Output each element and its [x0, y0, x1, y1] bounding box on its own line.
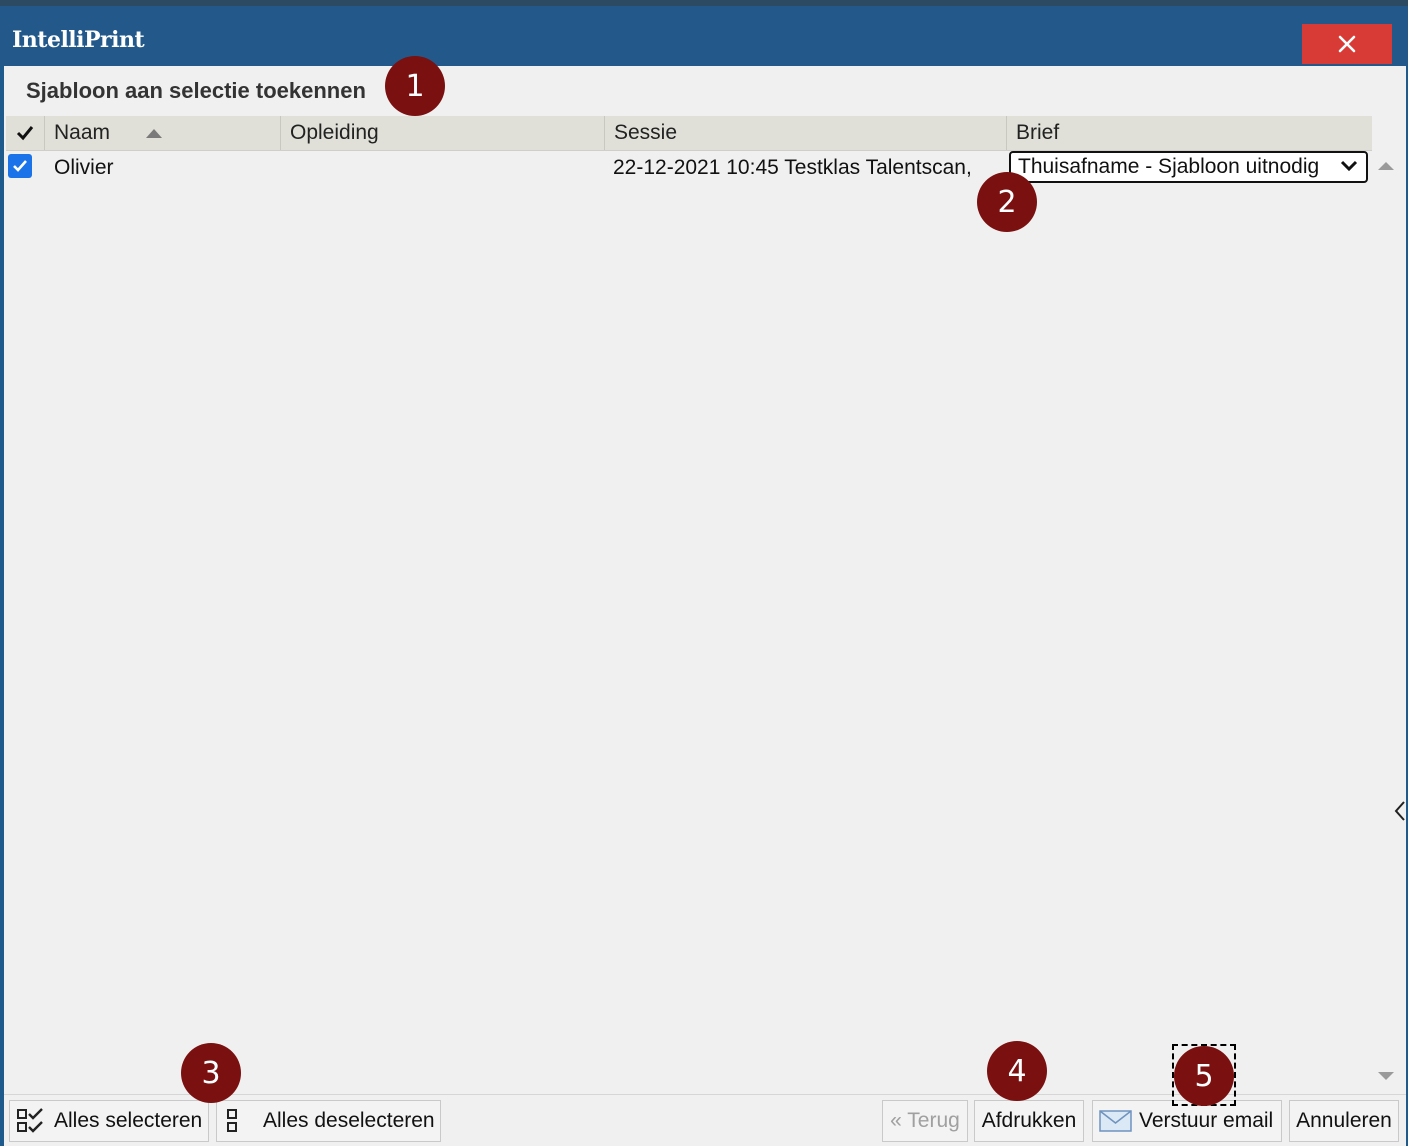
- cell-naam: Olivier: [54, 156, 114, 179]
- column-header-brief[interactable]: Brief: [1007, 116, 1372, 150]
- annotation-marker-1: 1: [385, 56, 445, 116]
- close-icon: [1338, 35, 1356, 53]
- scroll-up-arrow[interactable]: [1378, 162, 1394, 170]
- header-check-column[interactable]: [6, 116, 45, 150]
- cancel-button[interactable]: Annuleren: [1289, 1100, 1399, 1142]
- select-all-button[interactable]: Alles selecteren: [9, 1100, 209, 1142]
- deselect-all-icon: [227, 1109, 237, 1132]
- annotation-marker-3: 3: [181, 1043, 241, 1103]
- cancel-label: Annuleren: [1296, 1109, 1392, 1132]
- row-checkbox[interactable]: [8, 154, 32, 178]
- column-label: Naam: [54, 121, 111, 144]
- checkmark-icon: [16, 126, 34, 141]
- deselect-all-label: Alles deselecteren: [263, 1109, 435, 1132]
- dialog-body: [4, 66, 1406, 1146]
- column-label: Opleiding: [290, 121, 379, 144]
- select-value: Thuisafname - Sjabloon uitnodig: [1018, 155, 1320, 178]
- print-button[interactable]: Afdrukken: [974, 1100, 1084, 1142]
- annotation-marker-5: 5: [1174, 1046, 1234, 1106]
- cell-sessie: 22-12-2021 10:45 Testklas Talentscan,: [613, 156, 972, 179]
- chevron-down-icon: [1340, 160, 1358, 172]
- column-label: Brief: [1016, 121, 1060, 144]
- checkmark-icon: [13, 160, 27, 172]
- print-label: Afdrukken: [981, 1109, 1077, 1132]
- deselect-all-button[interactable]: Alles deselecteren: [216, 1100, 441, 1142]
- scroll-down-arrow[interactable]: [1378, 1072, 1394, 1080]
- resize-handle-icon[interactable]: [1394, 800, 1408, 822]
- panel-caption: Sjabloon aan selectie toekennen: [26, 78, 366, 103]
- annotation-marker-2: 2: [977, 172, 1037, 232]
- close-button[interactable]: [1302, 24, 1392, 64]
- grid-header: Naam Opleiding Sessie Brief: [6, 116, 1372, 151]
- send-email-button[interactable]: Verstuur email: [1092, 1100, 1282, 1142]
- column-header-naam[interactable]: Naam: [45, 116, 281, 150]
- column-label: Sessie: [614, 121, 678, 144]
- select-all-label: Alles selecteren: [54, 1109, 203, 1132]
- envelope-icon: [1099, 1110, 1132, 1132]
- sort-ascending-icon: [146, 129, 162, 138]
- window-title: IntelliPrint: [12, 27, 145, 53]
- title-bar: IntelliPrint: [0, 6, 1408, 66]
- brief-template-select[interactable]: Thuisafname - Sjabloon uitnodig: [1009, 151, 1368, 183]
- back-label: « Terug: [890, 1109, 960, 1132]
- column-header-opleiding[interactable]: Opleiding: [281, 116, 605, 150]
- select-all-icon: [17, 1108, 43, 1133]
- back-button[interactable]: « Terug: [882, 1100, 968, 1142]
- send-email-label: Verstuur email: [1139, 1109, 1274, 1132]
- annotation-marker-4: 4: [987, 1041, 1047, 1101]
- column-header-sessie[interactable]: Sessie: [605, 116, 1007, 150]
